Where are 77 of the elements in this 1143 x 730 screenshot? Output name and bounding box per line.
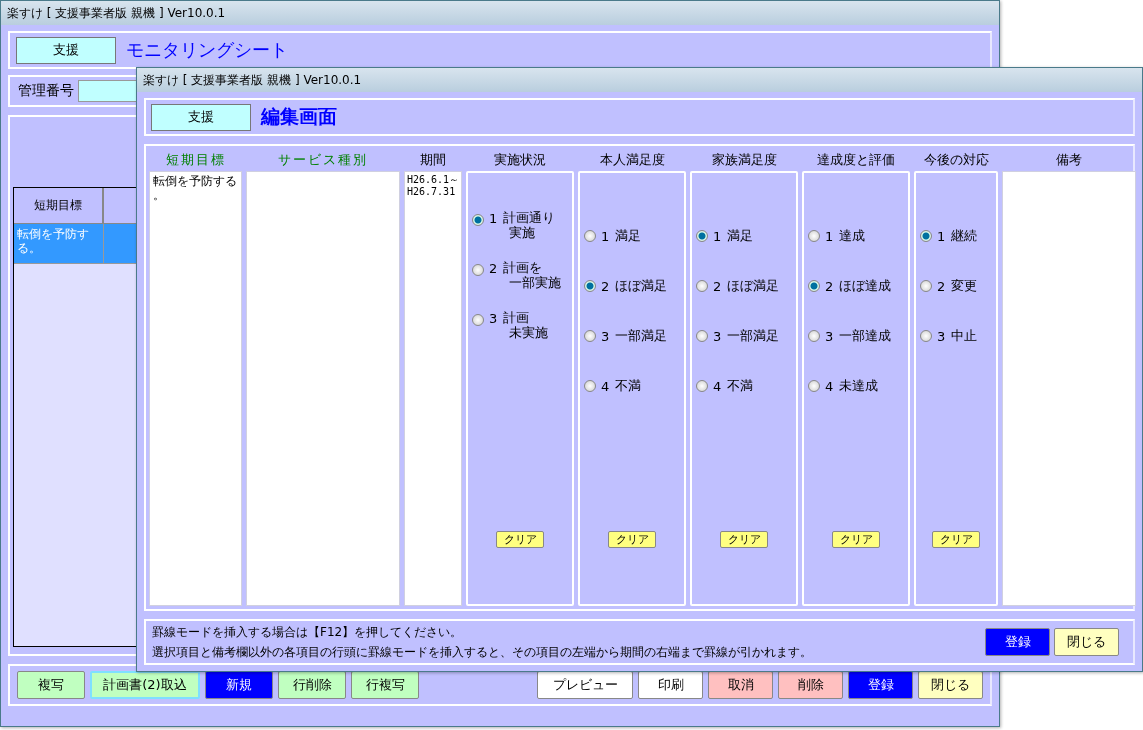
text-field[interactable]: H26.6.1～ H26.7.31 — [404, 171, 462, 606]
category-badge: 支援 — [16, 36, 116, 64]
radio-option[interactable]: 2 変更 — [920, 261, 996, 311]
clear-button[interactable]: クリア — [932, 531, 980, 548]
radio-button[interactable] — [808, 380, 820, 392]
radio-option[interactable]: 1 継続 — [920, 211, 996, 261]
column-header: 実施状況 — [493, 151, 547, 169]
radio-button[interactable] — [472, 214, 484, 226]
radio-option[interactable]: 3 一部達成 — [808, 311, 908, 361]
radio-button[interactable] — [696, 280, 708, 292]
screen-heading: 編集画面 — [261, 104, 337, 129]
radio-button[interactable] — [584, 380, 596, 392]
toolbar-button[interactable]: 閉じる — [918, 671, 983, 699]
radio-option[interactable]: 1 計画通り 実施 — [472, 211, 572, 261]
column-header: 備考 — [1055, 151, 1083, 169]
radio-option[interactable]: 2 ほぼ満足 — [696, 261, 796, 311]
radio-option[interactable]: 1 満足 — [696, 211, 796, 261]
radio-option[interactable]: 4 不満 — [696, 361, 796, 411]
clear-button[interactable]: クリア — [496, 531, 544, 548]
toolbar-button[interactable]: プレビュー — [537, 671, 633, 699]
window-title: 楽すけ [ 支援事業者版 親機 ] Ver10.0.1 — [137, 68, 1142, 92]
help-text: 罫線モードを挿入する場合は【F12】を押してください。 — [152, 623, 464, 641]
toolbar-button[interactable]: 行削除 — [278, 671, 346, 699]
radio-button[interactable] — [808, 280, 820, 292]
radio-option[interactable]: 3 一部満足 — [584, 311, 684, 361]
help-text: 選択項目と備考欄以外の各項目の行頭に罫線モードを挿入すると、その項目の左端から期間の右端まで罫線が引かれます。 — [152, 643, 813, 661]
clear-button[interactable]: クリア — [608, 531, 656, 548]
radio-button[interactable] — [584, 330, 596, 342]
column-header: 達成度と評価 — [816, 151, 896, 169]
column-header: 本人満足度 — [598, 151, 666, 169]
radio-option[interactable]: 3 一部満足 — [696, 311, 796, 361]
radio-button[interactable] — [584, 230, 596, 242]
column-header: サービス種別 — [277, 151, 369, 169]
radio-button[interactable] — [472, 264, 484, 276]
memo-field[interactable] — [1002, 171, 1136, 606]
category-badge: 支援 — [151, 103, 251, 131]
radio-button[interactable] — [808, 230, 820, 242]
radio-option[interactable]: 3 中止 — [920, 311, 996, 361]
dialog-button[interactable]: 登録 — [985, 628, 1050, 656]
column-header: 家族満足度 — [710, 151, 778, 169]
radio-button[interactable] — [920, 280, 932, 292]
toolbar-button[interactable]: 計画書(2)取込 — [90, 671, 200, 699]
clear-button[interactable]: クリア — [832, 531, 880, 548]
radio-button[interactable] — [696, 330, 708, 342]
toolbar-button[interactable]: 新規 — [205, 671, 273, 699]
text-field[interactable]: 転倒を予防する。 — [149, 171, 242, 606]
radio-button[interactable] — [808, 330, 820, 342]
radio-button[interactable] — [696, 380, 708, 392]
radio-button[interactable] — [472, 314, 484, 326]
toolbar-button[interactable]: 複写 — [17, 671, 85, 699]
toolbar-button[interactable]: 取消 — [708, 671, 773, 699]
text-field[interactable] — [246, 171, 400, 606]
dialog-button[interactable]: 閉じる — [1054, 628, 1119, 656]
radio-button[interactable] — [920, 230, 932, 242]
radio-option[interactable]: 4 未達成 — [808, 361, 908, 411]
radio-option[interactable]: 3 計画 未実施 — [472, 311, 572, 361]
radio-option[interactable]: 1 満足 — [584, 211, 684, 261]
toolbar-button[interactable]: 削除 — [778, 671, 843, 699]
field-label: 管理番号 — [18, 82, 74, 100]
radio-option[interactable]: 2 ほぼ満足 — [584, 261, 684, 311]
table-cell: 転倒を予防する。 — [14, 224, 104, 263]
radio-button[interactable] — [584, 280, 596, 292]
radio-option[interactable]: 4 不満 — [584, 361, 684, 411]
column-header: 短期目標 — [164, 151, 227, 169]
window-title: 楽すけ [ 支援事業者版 親機 ] Ver10.0.1 — [1, 1, 999, 25]
radio-button[interactable] — [920, 330, 932, 342]
radio-option[interactable]: 2 ほぼ達成 — [808, 261, 908, 311]
toolbar-button[interactable]: 登録 — [848, 671, 913, 699]
radio-option[interactable]: 1 達成 — [808, 211, 908, 261]
radio-option[interactable]: 2 計画を 一部実施 — [472, 261, 572, 311]
radio-button[interactable] — [696, 230, 708, 242]
toolbar-button[interactable]: 行複写 — [351, 671, 419, 699]
column-header: 今後の対応 — [922, 151, 990, 169]
toolbar-button[interactable]: 印刷 — [638, 671, 703, 699]
clear-button[interactable]: クリア — [720, 531, 768, 548]
column-header: 期間 — [419, 151, 447, 169]
screen-heading: モニタリングシート — [126, 38, 288, 62]
